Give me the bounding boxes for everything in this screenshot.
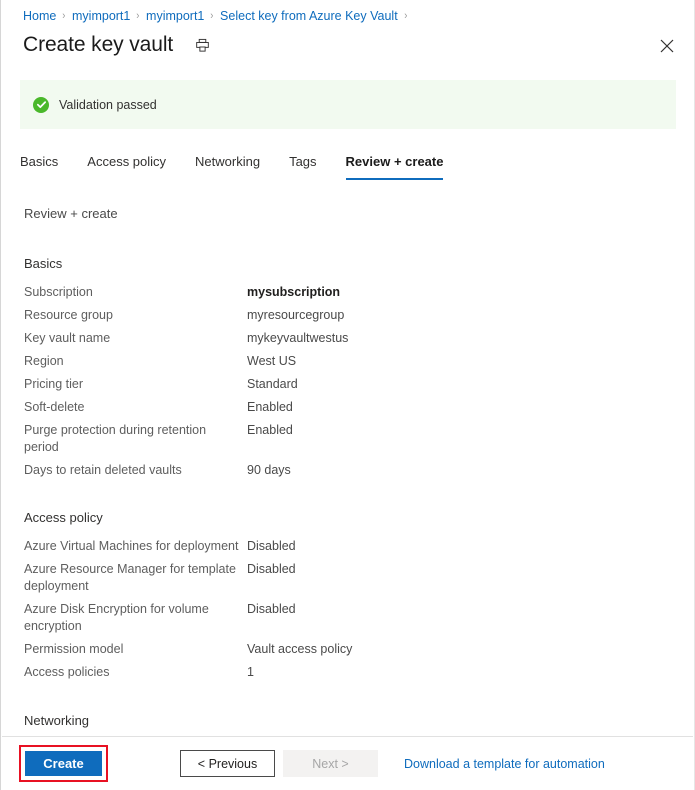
summary-title: Review + create	[24, 206, 118, 221]
summary-row: Azure Resource Manager for template depl…	[24, 561, 674, 595]
summary-row-label: Purge protection during retention period	[24, 423, 207, 454]
wizard-footer: Create < Previous Next > Download a temp…	[2, 736, 693, 790]
summary-row-value: mykeyvaultwestus	[247, 331, 349, 345]
breadcrumb-item[interactable]: Home	[23, 8, 56, 24]
summary-row-value: West US	[247, 354, 297, 368]
breadcrumb-item[interactable]: myimport1	[72, 8, 130, 24]
breadcrumb-item[interactable]: myimport1	[146, 8, 204, 24]
summary-row-label: Pricing tier	[24, 377, 84, 391]
breadcrumb-separator-icon: ›	[403, 10, 408, 22]
summary-row-value: Standard	[247, 377, 298, 391]
validation-message: Validation passed	[59, 97, 157, 112]
summary-row: Permission model Vault access policy	[24, 641, 674, 658]
summary-row-label: Permission model	[24, 642, 124, 656]
create-key-vault-blade: Home › myimport1 › myimport1 › Select key from…	[0, 0, 695, 790]
tab-networking[interactable]: Networking	[195, 154, 260, 180]
breadcrumb-separator-icon: ›	[62, 10, 66, 22]
create-button-highlight: Create	[19, 745, 108, 782]
summary-row-value: myresourcegroup	[247, 308, 345, 322]
summary-row-label: Key vault name	[24, 331, 111, 345]
summary-row-label: Azure Resource Manager for template depl…	[24, 562, 236, 593]
summary-row-label: Azure Virtual Machines for deployment	[24, 539, 239, 553]
close-glyph	[660, 39, 674, 53]
summary-row-value: 90 days	[247, 463, 291, 477]
section-heading: Networking	[24, 713, 90, 728]
summary-row-label: Resource group	[24, 308, 113, 322]
summary-section: Basics Subscription mysubscription Resource…	[24, 255, 674, 479]
tab-access-policy[interactable]: Access policy	[87, 154, 166, 180]
summary-row: Region West US	[24, 353, 674, 370]
summary-row-value: Disabled	[247, 602, 296, 616]
breadcrumb-item[interactable]: Select key from Azure Key Vault	[220, 8, 398, 24]
summary-row-value: 1	[247, 665, 254, 679]
summary-row-value: Enabled	[247, 400, 293, 414]
page-title: Create key vault	[23, 33, 174, 56]
summary-row: Pricing tier Standard	[24, 376, 674, 393]
success-check-icon	[33, 96, 49, 113]
breadcrumb-separator-icon: ›	[136, 10, 140, 22]
summary-row-value: mysubscription	[247, 285, 341, 299]
summary-row: Azure Disk Encryption for volume encrypt…	[24, 601, 674, 635]
summary-row-value: Disabled	[247, 562, 296, 576]
summary-sections: Basics Subscription mysubscription Resource…	[24, 255, 674, 758]
summary-section: Access policy Azure Virtual Machines for …	[24, 509, 674, 681]
next-button: Next >	[283, 750, 378, 777]
tab-tags[interactable]: Tags	[289, 154, 316, 180]
summary-row-value: Disabled	[247, 539, 296, 553]
summary-row-label: Subscription	[24, 285, 93, 299]
close-icon[interactable]	[654, 33, 680, 59]
create-button[interactable]: Create	[25, 751, 102, 776]
summary-row-label: Azure Disk Encryption for volume encrypt…	[24, 602, 209, 633]
review-content: Review + create Basics Subscription mysubs…	[24, 205, 674, 764]
validation-banner: Validation passed	[20, 80, 676, 129]
tab-review-create[interactable]: Review + create	[345, 154, 444, 180]
summary-row-value: Enabled	[247, 423, 293, 437]
summary-row-label: Soft-delete	[24, 400, 85, 414]
summary-row-label: Days to retain deleted vaults	[24, 463, 182, 477]
summary-row: Subscription mysubscription	[24, 284, 674, 301]
download-template-link[interactable]: Download a template for automation	[404, 757, 605, 771]
printer-glyph	[195, 38, 209, 52]
previous-button[interactable]: < Previous	[180, 750, 275, 777]
summary-row-label: Region	[24, 354, 64, 368]
summary-row: Azure Virtual Machines for deployment Dis…	[24, 538, 674, 555]
tab-basics[interactable]: Basics	[20, 154, 58, 180]
summary-row: Soft-delete Enabled	[24, 399, 674, 416]
section-heading: Access policy	[24, 510, 103, 525]
summary-row-value: Vault access policy	[247, 642, 353, 656]
summary-row: Days to retain deleted vaults 90 days	[24, 462, 674, 479]
title-row: Create key vault	[23, 28, 676, 62]
summary-row: Purge protection during retention period…	[24, 422, 674, 456]
section-heading: Basics	[24, 256, 63, 271]
summary-row-label: Access policies	[24, 665, 110, 679]
breadcrumb-separator-icon: ›	[210, 10, 214, 22]
check-glyph	[36, 101, 46, 109]
breadcrumb: Home › myimport1 › myimport1 › Select key from…	[23, 8, 413, 24]
wizard-tabs: Basics Access policy Networking Tags Review …	[20, 150, 472, 180]
summary-row: Access policies 1	[24, 664, 674, 681]
summary-row: Resource group myresourcegroup	[24, 307, 674, 324]
summary-row: Key vault name mykeyvaultwestus	[24, 330, 674, 347]
printer-icon[interactable]	[191, 34, 213, 56]
